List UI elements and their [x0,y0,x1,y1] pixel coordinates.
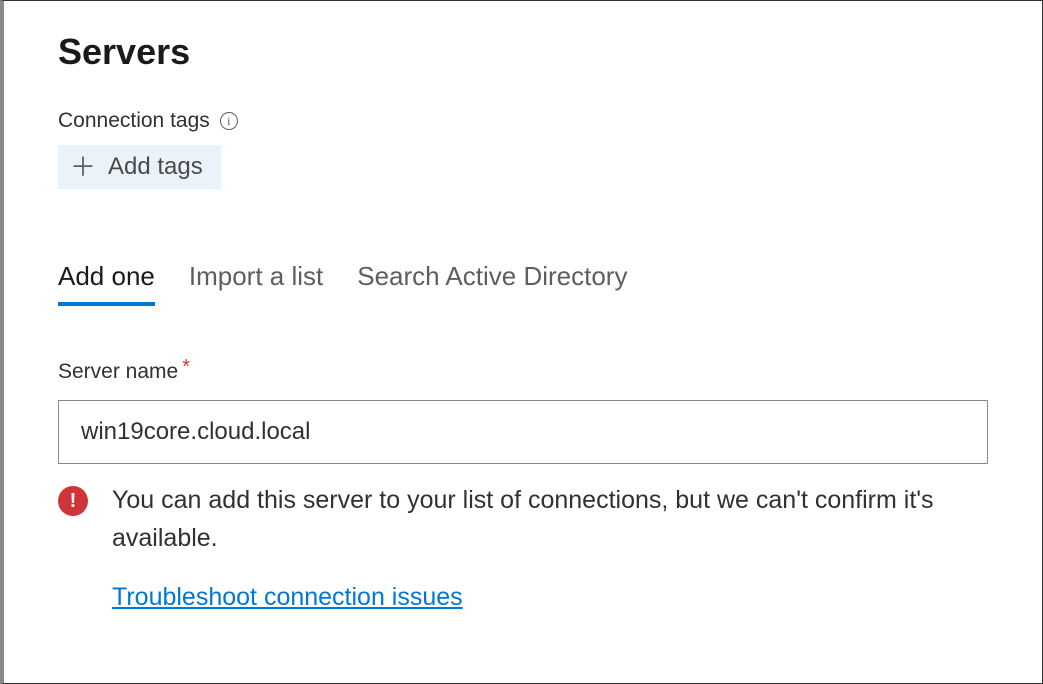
connection-tags-row: Connection tags i [58,109,988,133]
validation-message: ! You can add this server to your list o… [58,482,988,612]
server-name-label-row: Server name * [58,360,988,384]
plus-icon: ＋ [70,154,96,180]
tabs: Add one Import a list Search Active Dire… [58,261,988,306]
info-icon[interactable]: i [220,112,238,130]
error-icon: ! [58,486,88,516]
message-text: You can add this server to your list of … [112,482,988,557]
add-tags-label: Add tags [108,153,203,181]
connection-tags-label: Connection tags [58,109,210,133]
server-name-input[interactable] [58,400,988,464]
tab-import-list[interactable]: Import a list [189,261,323,306]
message-content: You can add this server to your list of … [112,482,988,612]
tab-add-one[interactable]: Add one [58,261,155,306]
add-tags-button[interactable]: ＋ Add tags [58,145,221,189]
troubleshoot-link[interactable]: Troubleshoot connection issues [112,583,463,611]
server-name-label: Server name [58,360,178,384]
required-indicator: * [182,356,190,379]
page-title: Servers [58,31,988,73]
tab-search-ad[interactable]: Search Active Directory [357,261,627,306]
